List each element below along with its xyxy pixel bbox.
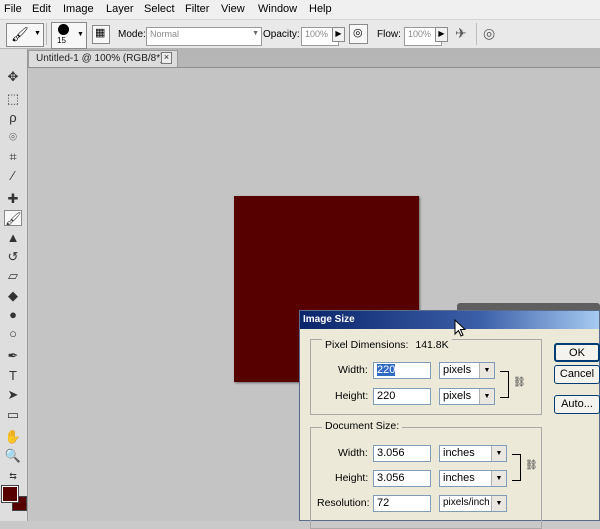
doc-width-label: Width:: [338, 447, 368, 459]
hand-tool-icon[interactable]: ✋: [4, 429, 22, 445]
marquee-tool-icon[interactable]: ⬚: [4, 91, 22, 107]
swap-colors-icon[interactable]: ⇆: [4, 468, 22, 484]
chevron-down-icon: ▼: [479, 389, 494, 404]
doc-width-unit-select[interactable]: inches ▼: [439, 445, 507, 462]
mode-label: Mode:: [118, 29, 146, 40]
eraser-tool-icon[interactable]: ▱: [4, 268, 22, 284]
menu-image[interactable]: Image: [63, 3, 94, 15]
chevron-down-icon: ▼: [491, 496, 506, 511]
brush-size-value: 15: [57, 36, 66, 45]
pixel-height-input[interactable]: 220: [373, 388, 431, 405]
type-tool-icon[interactable]: T: [4, 368, 22, 384]
mode-select[interactable]: Normal ▼: [146, 27, 262, 46]
eyedropper-tool-icon[interactable]: ⁄: [4, 168, 22, 184]
quick-selection-tool-icon[interactable]: ⌾: [4, 129, 22, 145]
clone-stamp-tool-icon[interactable]: ▲: [4, 230, 22, 246]
chevron-down-icon: ▼: [34, 30, 41, 37]
triangle-right-icon: ▶: [335, 29, 342, 38]
triangle-right-icon: ▶: [438, 29, 445, 38]
chain-link-icon: ⛓: [513, 377, 526, 388]
paint-bucket-tool-icon[interactable]: ◆: [4, 288, 22, 304]
resolution-label: Resolution:: [317, 497, 370, 509]
doc-width-input[interactable]: 3.056: [373, 445, 431, 462]
doc-height-input[interactable]: 3.056: [373, 470, 431, 487]
chevron-down-icon: ▼: [479, 363, 494, 378]
chain-link-icon: ⛓: [525, 460, 538, 471]
menu-window[interactable]: Window: [258, 3, 297, 15]
chevron-down-icon: ▼: [491, 471, 506, 486]
pressure-opacity-button[interactable]: ◎: [349, 24, 368, 44]
menu-select[interactable]: Select: [144, 3, 175, 15]
path-selection-tool-icon[interactable]: ➤: [4, 387, 22, 403]
brush-size-picker[interactable]: 15 ▼: [51, 22, 87, 49]
flow-value: 100%: [408, 29, 432, 39]
brush-tool-icon[interactable]: 🖌: [4, 210, 22, 226]
menu-help[interactable]: Help: [309, 3, 332, 15]
document-size-label: Document Size:: [322, 420, 403, 432]
chevron-down-icon: ▼: [77, 31, 84, 38]
constrain-bracket: [512, 454, 521, 481]
menu-bar: File Edit Image Layer Select Filter View…: [0, 0, 600, 20]
pixel-height-unit-select[interactable]: pixels ▼: [439, 388, 495, 405]
pixel-height-label: Height:: [335, 390, 369, 402]
mouse-cursor-icon: [454, 319, 466, 337]
healing-brush-tool-icon[interactable]: ✚: [4, 191, 22, 207]
document-tab-title: Untitled-1 @ 100% (RGB/8*): [36, 53, 164, 64]
tools-panel: ✥ ⬚ ρ ⌾ ⌗ ⁄ ✚ 🖌 ▲ ↺ ▱ ◆ ● ○ ✒ T ➤ ▭ ✋ 🔍 …: [0, 49, 28, 521]
document-tab[interactable]: Untitled-1 @ 100% (RGB/8*) ×: [28, 50, 178, 67]
dialog-title[interactable]: Image Size: [300, 311, 599, 329]
menu-filter[interactable]: Filter: [185, 3, 209, 15]
resolution-unit-select[interactable]: pixels/inch ▼: [439, 495, 507, 512]
doc-height-label: Height:: [335, 472, 369, 484]
brush-tip-icon: [58, 24, 69, 35]
options-bar: 🖌 ▼ 15 ▼ ▦ Mode: Normal ▼ Opacity: 100% …: [0, 20, 600, 49]
mode-value: Normal: [150, 29, 180, 39]
tool-preset-picker[interactable]: 🖌 ▼: [6, 23, 44, 47]
pixel-dimensions-value: 141.8K: [415, 339, 449, 351]
brush-panel-toggle[interactable]: ▦: [92, 25, 110, 44]
menu-view[interactable]: View: [221, 3, 245, 15]
dodge-tool-icon[interactable]: ○: [4, 326, 22, 342]
auto-button[interactable]: Auto...: [554, 395, 600, 414]
flow-label: Flow:: [377, 29, 401, 40]
pixel-width-input[interactable]: 220: [373, 362, 431, 379]
pen-tool-icon[interactable]: ✒: [4, 348, 22, 364]
pressure-size-icon[interactable]: ◎: [483, 25, 495, 42]
close-icon[interactable]: ×: [161, 52, 172, 64]
pixel-dimensions-label: Pixel Dimensions: 141.8K: [322, 339, 452, 351]
history-brush-tool-icon[interactable]: ↺: [4, 249, 22, 265]
opacity-label: Opacity:: [263, 29, 300, 40]
zoom-tool-icon[interactable]: 🔍: [4, 448, 22, 464]
brush-icon: 🖌: [11, 26, 29, 42]
blur-tool-icon[interactable]: ●: [4, 307, 22, 323]
flow-slider-button[interactable]: ▶: [435, 27, 448, 42]
pen-pressure-icon: ◎: [353, 27, 363, 39]
lasso-tool-icon[interactable]: ρ: [4, 110, 22, 126]
ok-button[interactable]: OK: [554, 343, 600, 362]
constrain-bracket: [500, 371, 509, 398]
opacity-slider-button[interactable]: ▶: [332, 27, 345, 42]
pixel-width-unit-select[interactable]: pixels ▼: [439, 362, 495, 379]
cancel-button[interactable]: Cancel: [554, 365, 600, 384]
airbrush-icon[interactable]: ✈: [455, 25, 467, 42]
chevron-down-icon: ▼: [491, 446, 506, 461]
crop-tool-icon[interactable]: ⌗: [4, 149, 22, 165]
menu-edit[interactable]: Edit: [32, 3, 51, 15]
shape-tool-icon[interactable]: ▭: [4, 407, 22, 423]
move-tool-icon[interactable]: ✥: [4, 69, 22, 85]
opacity-value: 100%: [305, 29, 329, 39]
brush-panel-icon: ▦: [95, 27, 106, 39]
foreground-color-swatch[interactable]: [1, 485, 19, 503]
resolution-input[interactable]: 72: [373, 495, 431, 512]
chevron-down-icon: ▼: [252, 30, 259, 37]
doc-height-unit-select[interactable]: inches ▼: [439, 470, 507, 487]
menu-layer[interactable]: Layer: [106, 3, 134, 15]
pixel-width-label: Width:: [338, 364, 368, 376]
menu-file[interactable]: File: [4, 3, 22, 15]
image-size-dialog: Image Size Pixel Dimensions: 141.8K Widt…: [299, 310, 600, 529]
